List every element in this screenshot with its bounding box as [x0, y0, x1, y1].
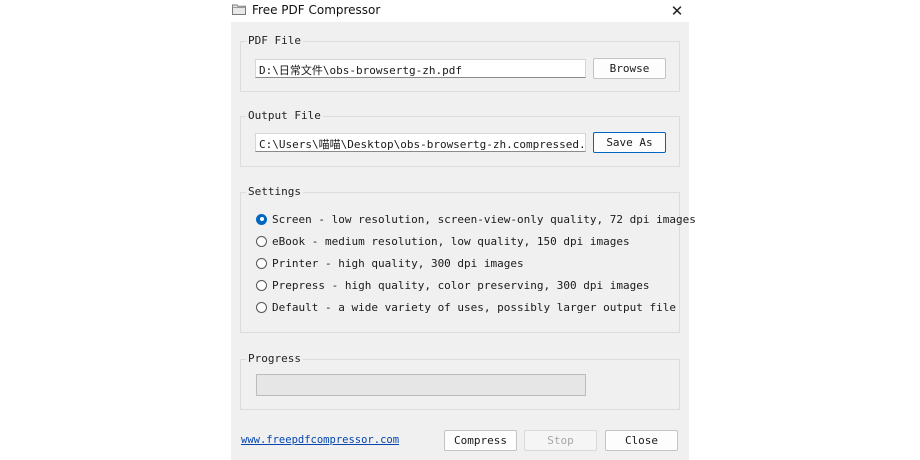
- radio-button[interactable]: [256, 235, 267, 247]
- progress-bar: [256, 374, 586, 396]
- radio-button[interactable]: [256, 279, 267, 291]
- radio-label: Prepress - high quality, color preservin…: [272, 278, 650, 292]
- radio-label: Default - a wide variety of uses, possib…: [272, 300, 676, 314]
- radio-button[interactable]: [256, 257, 267, 269]
- radio-label: Screen - low resolution, screen-view-onl…: [272, 212, 696, 226]
- browse-button[interactable]: Browse: [593, 58, 666, 79]
- title-bar: Free PDF Compressor ✕: [231, 0, 689, 22]
- folder-icon: [232, 3, 246, 15]
- pdf-file-input[interactable]: D:\日常文件\obs-browsertg-zh.pdf: [255, 59, 586, 78]
- output-file-label: Output File: [246, 109, 323, 122]
- settings-label: Settings: [246, 185, 303, 198]
- radio-option-screen[interactable]: Screen - low resolution, screen-view-onl…: [256, 212, 696, 226]
- radio-label: eBook - medium resolution, low quality, …: [272, 234, 630, 248]
- stop-button[interactable]: Stop: [524, 430, 597, 451]
- output-file-input[interactable]: C:\Users\喵喵\Desktop\obs-browsertg-zh.com…: [255, 133, 586, 152]
- compress-button[interactable]: Compress: [444, 430, 517, 451]
- pdf-file-label: PDF File: [246, 34, 303, 47]
- app-window: Free PDF Compressor ✕ PDF File D:\日常文件\o…: [231, 0, 696, 460]
- progress-label: Progress: [246, 352, 303, 365]
- save-as-button[interactable]: Save As: [593, 132, 666, 153]
- radio-option-ebook[interactable]: eBook - medium resolution, low quality, …: [256, 234, 630, 248]
- window-title: Free PDF Compressor: [252, 3, 381, 17]
- radio-label: Printer - high quality, 300 dpi images: [272, 256, 524, 270]
- radio-button[interactable]: [256, 301, 267, 313]
- radio-option-printer[interactable]: Printer - high quality, 300 dpi images: [256, 256, 524, 270]
- radio-button[interactable]: [256, 213, 267, 225]
- website-link[interactable]: www.freepdfcompressor.com: [241, 434, 399, 446]
- radio-option-default[interactable]: Default - a wide variety of uses, possib…: [256, 300, 676, 314]
- close-icon[interactable]: ✕: [667, 2, 687, 20]
- close-button[interactable]: Close: [605, 430, 678, 451]
- radio-option-prepress[interactable]: Prepress - high quality, color preservin…: [256, 278, 650, 292]
